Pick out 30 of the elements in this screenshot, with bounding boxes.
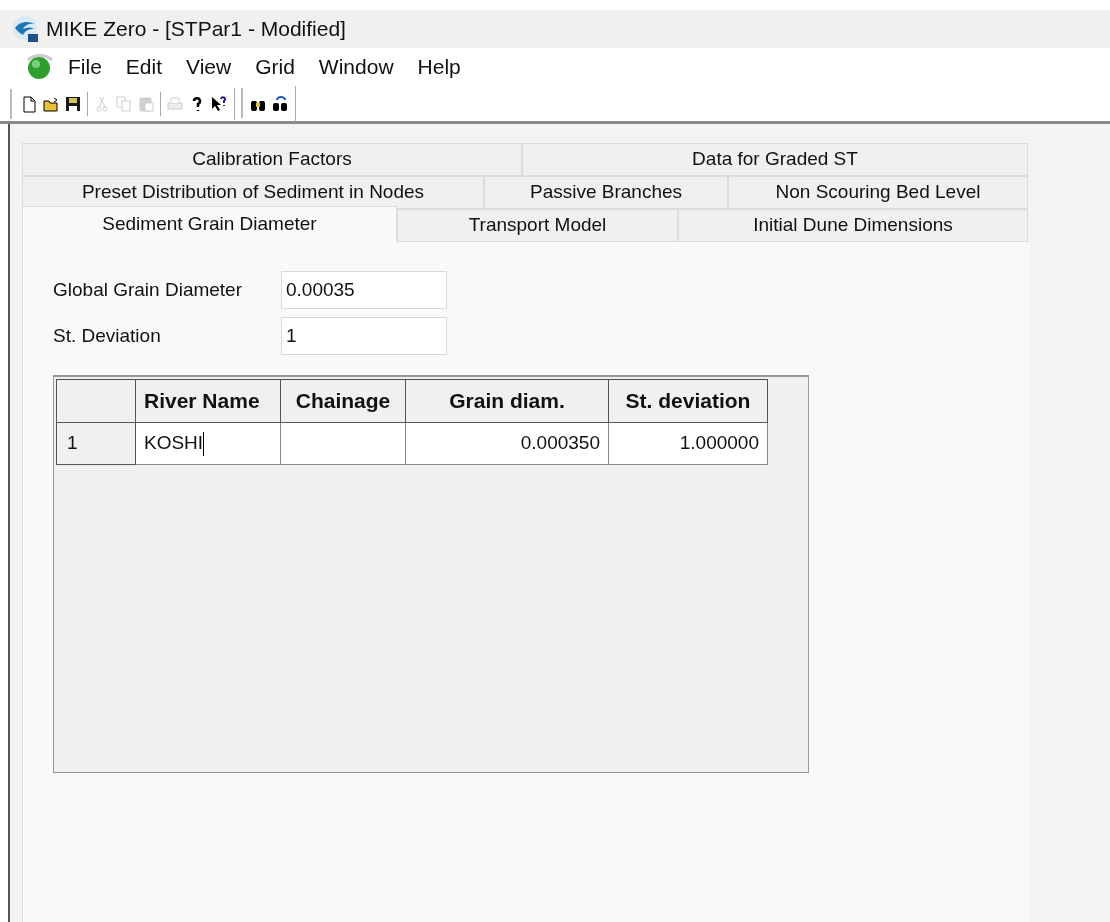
sphere-icon xyxy=(24,51,54,82)
column-header[interactable]: St. deviation xyxy=(609,379,768,423)
tab[interactable]: Passive Branches xyxy=(484,176,728,209)
tab[interactable]: Initial Dune Dimensions xyxy=(678,209,1028,242)
menu-item[interactable]: File xyxy=(68,51,102,83)
input-field[interactable]: 1 xyxy=(281,317,447,355)
tab[interactable]: Calibration Factors xyxy=(22,143,522,176)
tab[interactable]: Data for Graded ST xyxy=(522,143,1028,176)
field-label: St. Deviation xyxy=(53,323,162,348)
column-header[interactable]: Grain diam. xyxy=(406,379,609,423)
table-cell[interactable]: KOSHI xyxy=(136,423,281,465)
tab[interactable]: Non Scouring Bed Level xyxy=(728,176,1028,209)
row-header[interactable]: 1 xyxy=(56,423,136,465)
app-logo-icon xyxy=(10,13,40,44)
tab[interactable]: Preset Distribution of Sediment in Nodes xyxy=(22,176,484,209)
input-field[interactable]: 0.00035 xyxy=(281,271,447,309)
table-cell[interactable]: 0.000350 xyxy=(406,423,609,465)
table-cell[interactable]: 1.000000 xyxy=(609,423,768,465)
menu-item[interactable]: Window xyxy=(318,51,394,83)
table-cell[interactable] xyxy=(281,423,406,465)
menu-item[interactable]: Grid xyxy=(255,51,295,83)
column-header[interactable]: River Name xyxy=(136,379,281,423)
tab[interactable]: Transport Model xyxy=(397,209,678,242)
menu-item[interactable]: View xyxy=(186,51,232,83)
tab[interactable]: Sediment Grain Diameter xyxy=(22,206,397,242)
field-label: Global Grain Diameter xyxy=(53,277,244,302)
window-title: MIKE Zero - [STPar1 - Modified] xyxy=(46,15,346,42)
column-header[interactable]: Chainage xyxy=(281,379,406,423)
menu-item[interactable]: Help xyxy=(417,51,461,83)
menu-item[interactable]: Edit xyxy=(125,51,163,83)
